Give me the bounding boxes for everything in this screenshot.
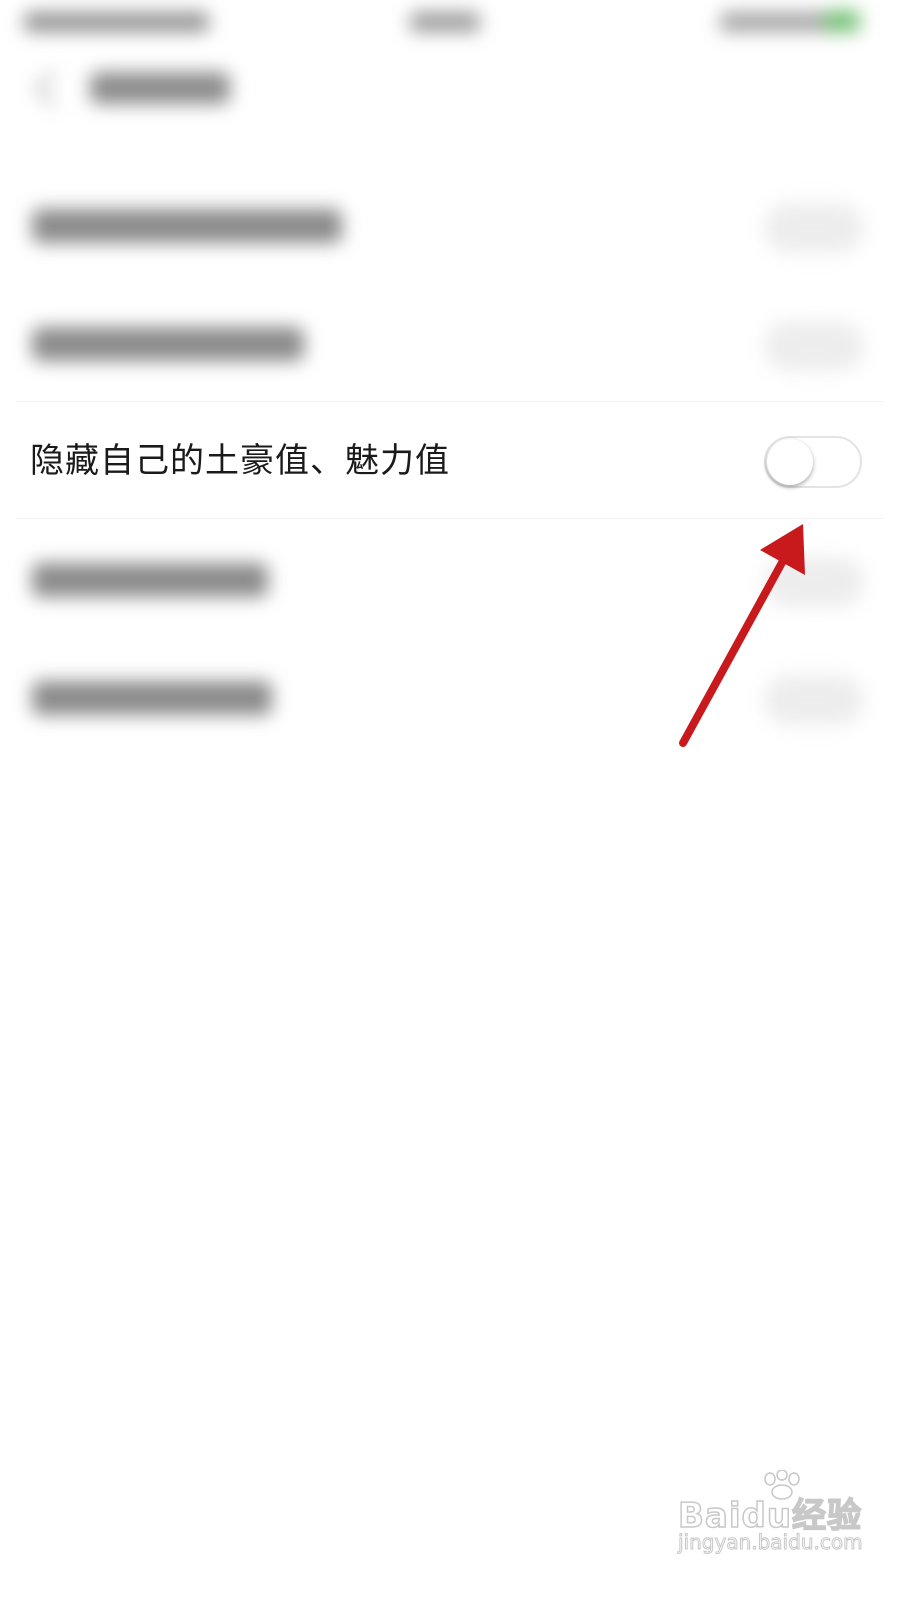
carrier-signal xyxy=(24,12,209,32)
settings-screen: 隐藏自己的土豪值、魅力值 Baidu经验 jingyan.baidu.com xyxy=(0,0,900,1600)
back-arrow-icon[interactable] xyxy=(34,70,72,108)
setting-row-blurred xyxy=(0,519,900,637)
setting-row-label xyxy=(32,563,268,597)
setting-row-label xyxy=(32,209,342,243)
setting-toggle[interactable] xyxy=(764,557,864,607)
setting-row-blurred xyxy=(0,283,900,401)
setting-row-label xyxy=(32,681,272,715)
setting-toggle[interactable] xyxy=(764,203,864,253)
setting-row-label xyxy=(32,327,304,361)
setting-row-hide-wealth-charm: 隐藏自己的土豪值、魅力值 xyxy=(0,401,900,519)
battery-icon xyxy=(824,10,860,32)
setting-label: 隐藏自己的土豪值、魅力值 xyxy=(30,441,450,481)
watermark-url: jingyan.baidu.com xyxy=(678,1530,864,1555)
page-title xyxy=(90,72,230,104)
hide-values-toggle[interactable] xyxy=(764,436,862,488)
toggle-knob xyxy=(767,439,813,485)
setting-toggle[interactable] xyxy=(764,321,864,371)
setting-row-blurred xyxy=(0,637,900,755)
watermark: Baidu经验 jingyan.baidu.com xyxy=(672,1470,863,1560)
status-bar xyxy=(0,0,900,46)
setting-row-blurred xyxy=(0,165,900,283)
nav-header xyxy=(0,46,900,136)
divider xyxy=(16,401,884,402)
setting-toggle[interactable] xyxy=(764,675,864,725)
privacy-settings-list: 隐藏自己的土豪值、魅力值 xyxy=(0,165,900,755)
clock xyxy=(410,12,480,32)
